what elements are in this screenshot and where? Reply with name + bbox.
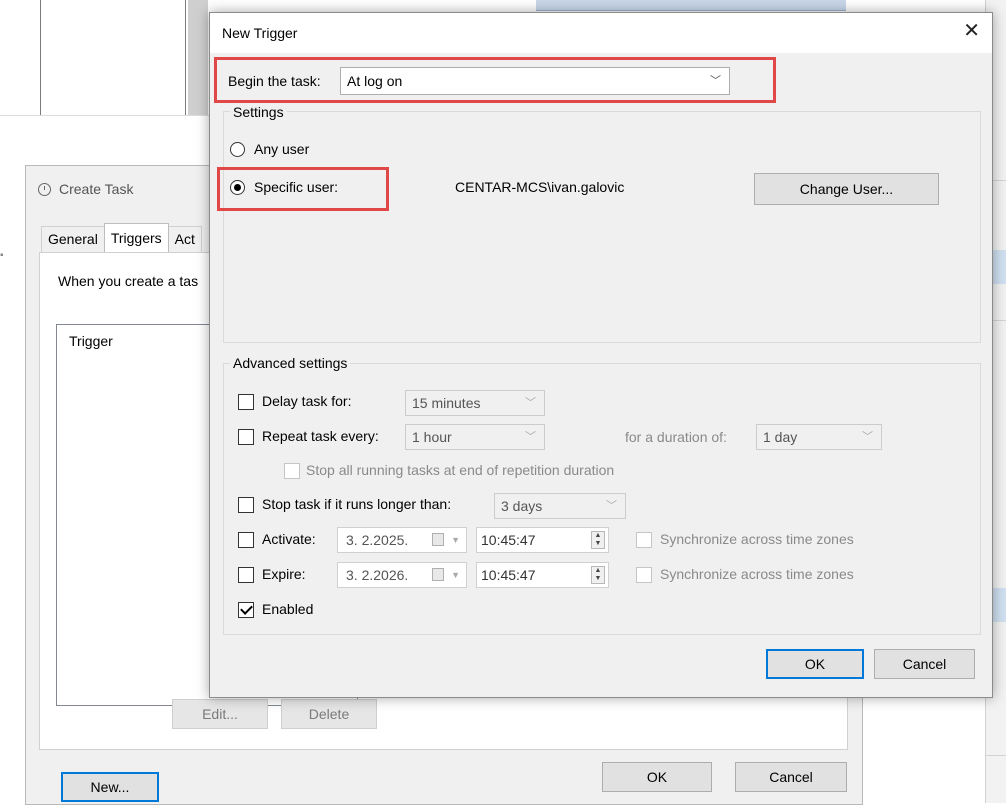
begin-task-highlight [214, 57, 776, 103]
delay-task-value: 15 minutes [412, 395, 481, 411]
settings-group-label: Settings [230, 104, 287, 120]
tab-general[interactable]: General [41, 226, 105, 252]
create-task-tabs: General Triggers Act [41, 223, 202, 252]
background-selected-row [536, 0, 846, 11]
activate-label[interactable]: Activate: [262, 531, 316, 547]
edit-trigger-button[interactable]: Edit... [172, 699, 268, 729]
spin-up-down-icon[interactable]: ▲ ▼ [591, 531, 605, 549]
expire-date-picker[interactable]: 3. 2.2026. ▼ [337, 562, 467, 588]
background-divider [40, 0, 41, 115]
background-scroll-column [188, 0, 208, 115]
triggers-description: When you create a tas [58, 273, 199, 289]
stop-longer-checkbox[interactable] [238, 497, 254, 513]
new-trigger-ok-button[interactable]: OK [766, 649, 864, 679]
any-user-radio[interactable] [230, 142, 245, 157]
advanced-settings-label: Advanced settings [230, 355, 351, 371]
background-right-line [986, 755, 1006, 756]
stop-longer-select[interactable]: 3 days ﹀ [494, 493, 626, 519]
spin-up-down-icon[interactable]: ▲ ▼ [591, 566, 605, 584]
duration-select[interactable]: 1 day ﹀ [756, 424, 882, 450]
expire-label[interactable]: Expire: [262, 566, 306, 582]
settings-group [223, 111, 981, 343]
enabled-label[interactable]: Enabled [262, 601, 313, 617]
activate-checkbox[interactable] [238, 532, 254, 548]
expire-time-field[interactable]: 10:45:47 ▲ ▼ [476, 562, 609, 588]
expire-sync-checkbox[interactable] [636, 567, 652, 583]
chevron-down-icon: ▼ [451, 535, 460, 545]
duration-label: for a duration of: [625, 429, 727, 445]
repeat-task-label[interactable]: Repeat task every: [262, 428, 379, 444]
duration-value: 1 day [763, 429, 798, 445]
calendar-icon [432, 533, 444, 546]
chevron-down-icon: ﹀ [862, 431, 873, 443]
change-user-button[interactable]: Change User... [754, 173, 939, 205]
expire-checkbox[interactable] [238, 567, 254, 583]
expire-date-value: 3. 2.2026. [346, 567, 409, 583]
activate-time-value: 10:45:47 [481, 532, 536, 548]
tab-triggers[interactable]: Triggers [103, 223, 169, 252]
chevron-down-icon: ﹀ [525, 431, 536, 443]
stop-longer-value: 3 days [501, 498, 543, 514]
new-trigger-button[interactable]: New... [61, 772, 159, 802]
activate-date-value: 3. 2.2025. [346, 532, 409, 548]
activate-sync-label: Synchronize across time zones [660, 531, 854, 547]
new-trigger-dialog: New Trigger ✕ Begin the task: At log on … [209, 12, 993, 698]
delay-task-label[interactable]: Delay task for: [262, 393, 351, 409]
specific-user-name: CENTAR-MCS\ivan.galovic [455, 179, 625, 195]
trigger-column-header[interactable]: Trigger [69, 333, 113, 349]
repeat-task-checkbox[interactable] [238, 429, 254, 445]
expire-time-value: 10:45:47 [481, 567, 536, 583]
background-marker: ▪ [0, 250, 4, 261]
background-divider [185, 0, 186, 115]
any-user-label[interactable]: Any user [254, 141, 309, 157]
new-trigger-cancel-button[interactable]: Cancel [874, 649, 975, 679]
chevron-down-icon: ▼ [451, 570, 460, 580]
enabled-checkbox[interactable] [238, 602, 254, 618]
new-trigger-title: New Trigger [222, 25, 298, 41]
chevron-down-icon: ﹀ [525, 397, 536, 409]
delay-task-select[interactable]: 15 minutes ﹀ [405, 390, 545, 416]
clock-icon [38, 182, 51, 196]
activate-sync-checkbox[interactable] [636, 532, 652, 548]
activate-time-field[interactable]: 10:45:47 ▲ ▼ [476, 527, 609, 553]
repeat-task-value: 1 hour [412, 429, 452, 445]
stop-longer-label[interactable]: Stop task if it runs longer than: [262, 496, 451, 512]
stop-all-label: Stop all running tasks at end of repetit… [306, 462, 615, 478]
new-trigger-title-bar: New Trigger ✕ [210, 13, 992, 53]
repeat-task-select[interactable]: 1 hour ﹀ [405, 424, 545, 450]
create-task-ok-button[interactable]: OK [602, 762, 712, 792]
delete-trigger-button[interactable]: Delete [281, 699, 377, 729]
specific-user-highlight [217, 167, 389, 211]
create-task-title: Create Task [59, 181, 134, 197]
close-icon[interactable]: ✕ [963, 19, 980, 43]
tab-actions[interactable]: Act [167, 226, 202, 252]
delay-task-checkbox[interactable] [238, 394, 254, 410]
expire-sync-label: Synchronize across time zones [660, 566, 854, 582]
activate-date-picker[interactable]: 3. 2.2025. ▼ [337, 527, 467, 553]
create-task-title-bar: Create Task [38, 181, 133, 197]
calendar-icon [432, 568, 444, 581]
create-task-cancel-button[interactable]: Cancel [735, 762, 847, 792]
stop-all-checkbox[interactable] [284, 463, 300, 479]
chevron-down-icon: ﹀ [606, 500, 617, 512]
